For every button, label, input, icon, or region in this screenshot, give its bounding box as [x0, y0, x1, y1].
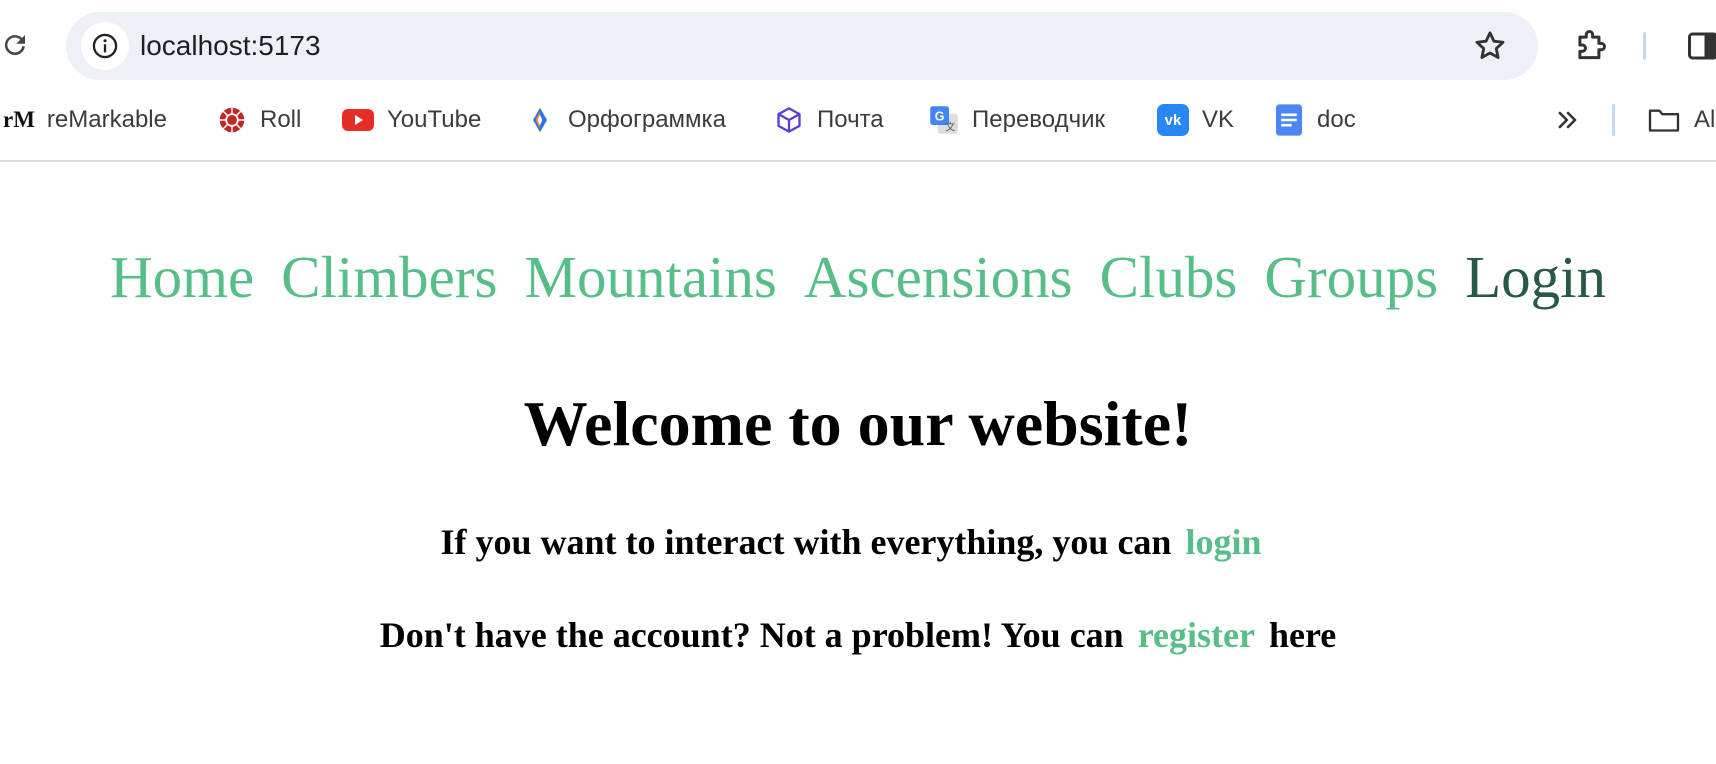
main-nav: Home Climbers Mountains Ascensions Clubs… [0, 242, 1716, 312]
site-info-icon[interactable] [81, 22, 129, 70]
bookmark-label: Орфограммка [568, 106, 726, 133]
nav-link-home[interactable]: Home [110, 242, 254, 312]
bookmarks-bar: rM reMarkable Roll YouTube Орфограммка П… [0, 92, 1716, 162]
nav-link-groups[interactable]: Groups [1264, 242, 1438, 312]
chevrons-right-icon[interactable] [1554, 106, 1582, 134]
bookmark-doc[interactable]: doc [1274, 92, 1356, 148]
browser-toolbar: localhost:5173 [0, 0, 1716, 92]
bookmark-mail[interactable]: Почта [774, 92, 884, 148]
bookmark-roll[interactable]: Roll [217, 92, 301, 148]
nav-link-ascensions[interactable]: Ascensions [804, 242, 1073, 312]
bookmark-label: Переводчик [972, 106, 1106, 133]
bookmark-label: Roll [260, 106, 302, 133]
side-panel-icon[interactable] [1683, 28, 1716, 64]
bookmark-orfogrammka[interactable]: Орфограммка [525, 92, 726, 148]
register-prompt-text: Don't have the account? Not a problem! Y… [379, 615, 1124, 655]
youtube-icon [342, 105, 374, 135]
orfogrammka-icon [525, 105, 555, 135]
svg-text:文: 文 [945, 121, 955, 134]
bookmark-translate[interactable]: G 文 Переводчик [929, 92, 1105, 148]
bookmark-label: reMarkable [46, 106, 167, 133]
bookmark-star-icon[interactable] [1472, 28, 1508, 64]
folder-icon [1647, 105, 1681, 135]
docs-icon [1274, 104, 1304, 136]
translate-icon: G 文 [929, 105, 959, 135]
bookmark-label: VK [1202, 106, 1235, 133]
nav-link-login[interactable]: Login [1465, 242, 1606, 312]
bookmark-folder-label: Al [1694, 106, 1716, 133]
login-prompt-text: If you want to interact with everything,… [440, 522, 1172, 562]
reload-icon[interactable] [0, 30, 30, 60]
nav-link-climbers[interactable]: Climbers [281, 242, 497, 312]
login-link[interactable]: login [1185, 522, 1261, 562]
roll-icon [217, 105, 247, 135]
login-prompt: If you want to interact with everything,… [0, 519, 1716, 565]
bookmark-label: doc [1317, 106, 1356, 133]
bookmark-vk[interactable]: vk VK [1157, 92, 1234, 148]
register-prompt: Don't have the account? Not a problem! Y… [0, 612, 1716, 658]
bookmark-folder[interactable]: Al [1647, 92, 1715, 148]
bookmark-label: YouTube [387, 106, 482, 133]
remarkable-icon: rM [3, 107, 35, 132]
vk-icon: vk [1157, 104, 1189, 136]
address-bar[interactable]: localhost:5173 [66, 12, 1538, 80]
url-text[interactable]: localhost:5173 [140, 12, 321, 80]
welcome-heading: Welcome to our website! [523, 388, 1193, 459]
register-prompt-suffix: here [1268, 615, 1337, 655]
nav-link-mountains[interactable]: Mountains [524, 242, 776, 312]
bookmarks-divider [1612, 104, 1615, 136]
bookmark-youtube[interactable]: YouTube [342, 92, 481, 148]
extensions-puzzle-icon[interactable] [1572, 26, 1610, 64]
page-content: Home Climbers Mountains Ascensions Clubs… [0, 162, 1716, 764]
register-link[interactable]: register [1138, 615, 1255, 655]
nav-link-clubs[interactable]: Clubs [1100, 242, 1238, 312]
svg-text:G: G [935, 110, 945, 124]
mail-icon [774, 105, 804, 135]
bookmark-remarkable[interactable]: rM reMarkable [3, 92, 167, 148]
bookmark-label: Почта [817, 106, 884, 133]
toolbar-divider [1643, 32, 1646, 60]
